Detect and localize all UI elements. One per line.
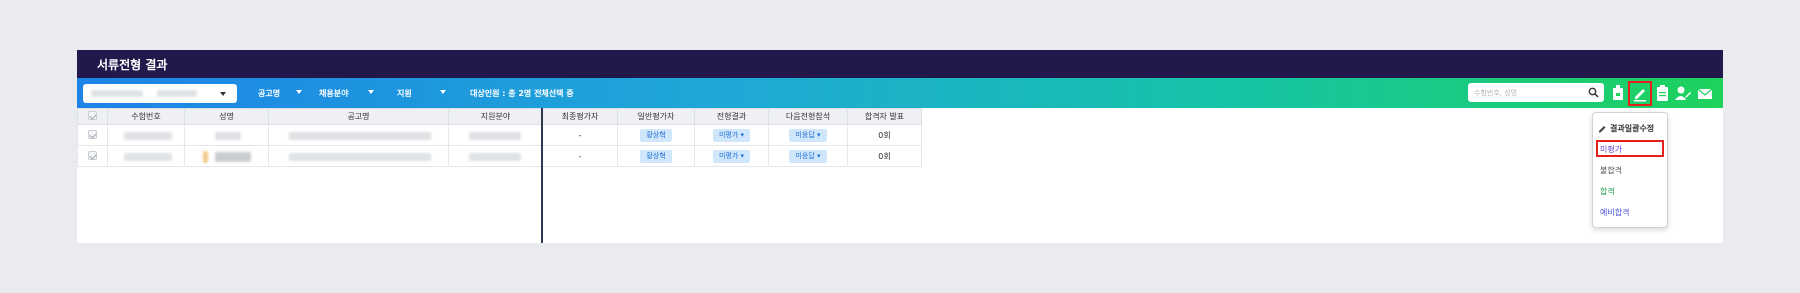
job-posting-cell: [268, 124, 449, 146]
frozen-column-divider[interactable]: [541, 108, 543, 243]
blurred-value: [157, 90, 197, 97]
final-evaluator-cell: -: [542, 124, 618, 146]
page-title: 서류전형 결과: [97, 58, 168, 72]
clipboard-icon[interactable]: [1655, 84, 1671, 102]
blurred-value: [289, 153, 431, 161]
blurred-value: [469, 132, 521, 140]
next-stage-dropdown[interactable]: 미응답 ▾: [789, 128, 827, 142]
general-evaluator-cell: 황상혁: [617, 124, 695, 146]
announcement-cell: 0회: [847, 124, 922, 146]
column-header[interactable]: 공고명: [268, 108, 449, 125]
final-evaluator-cell: -: [542, 145, 618, 167]
row-checkbox[interactable]: [88, 129, 97, 139]
filter-toolbar: 공고명 채용분야 지원 대상인원 : 총 2명 전체선택 중: [77, 78, 1723, 108]
result-dropdown[interactable]: 미평가 ▾: [712, 128, 751, 142]
menu-item-pass[interactable]: 합격: [1600, 186, 1615, 197]
chevron-down-icon: [220, 92, 226, 96]
search-box[interactable]: [1468, 83, 1604, 102]
column-header[interactable]: 성명: [184, 108, 269, 125]
row-checkbox-cell[interactable]: [77, 145, 108, 167]
apply-field-cell: [448, 124, 543, 146]
evaluator-chip[interactable]: 황상혁: [640, 128, 672, 142]
select-all-checkbox[interactable]: [88, 111, 97, 120]
document-icon[interactable]: [1611, 84, 1627, 102]
table-header-row: 수험번호 성명 공고명 지원분야 최종평가자 일반평가자 전형결과 다음전형참석…: [77, 108, 922, 125]
result-cell: 미평가 ▾: [694, 124, 769, 146]
blurred-value: [469, 153, 521, 161]
result-dropdown[interactable]: 미평가 ▾: [712, 149, 751, 163]
filter-job-posting[interactable]: 공고명: [258, 88, 280, 99]
exam-number-cell: [107, 124, 185, 146]
column-header[interactable]: 합격자 발표: [847, 108, 922, 125]
blurred-value: [215, 132, 241, 140]
name-cell: [184, 124, 269, 146]
row-checkbox-cell[interactable]: [77, 124, 108, 146]
blurred-value: [124, 132, 172, 140]
bulk-edit-menu: 결과일괄수정 미평가 불합격 합격 예비합격: [1592, 112, 1668, 228]
blurred-value: [124, 153, 172, 161]
target-count-text: 대상인원 : 총 2명 전체선택 중: [470, 89, 574, 98]
blurred-value: [215, 152, 251, 162]
apply-field-cell: [448, 145, 543, 167]
exam-number-cell: [107, 145, 185, 167]
bulk-edit-header: 결과일괄수정: [1610, 124, 1655, 133]
highlight-pencil-button: [1628, 81, 1652, 106]
next-stage-cell: 미응답 ▾: [768, 145, 848, 167]
search-input[interactable]: [1474, 86, 1582, 99]
blurred-value: [289, 132, 431, 140]
search-icon[interactable]: [1588, 87, 1599, 98]
recruitment-select[interactable]: [83, 84, 237, 103]
column-header[interactable]: 최종평가자: [542, 108, 618, 125]
result-cell: 미평가 ▾: [694, 145, 769, 167]
chevron-down-icon[interactable]: [296, 90, 302, 94]
next-stage-dropdown[interactable]: 미응답 ▾: [789, 149, 827, 163]
name-cell: [184, 145, 269, 167]
menu-item-reserve-pass[interactable]: 예비합격: [1600, 207, 1629, 218]
chevron-down-icon[interactable]: [368, 90, 374, 94]
filter-recruit-field[interactable]: 채용분야: [319, 88, 348, 99]
app-window: 서류전형 결과 공고명 채용분야 지원 대상인원 : 총 2명 전체선택 중 수…: [77, 50, 1723, 243]
title-bar: 서류전형 결과: [77, 50, 1723, 78]
select-all-header[interactable]: [77, 108, 108, 125]
table-row[interactable]: - 황상혁 미평가 ▾ 미응답 ▾ 0회: [77, 124, 922, 146]
general-evaluator-cell: 황상혁: [617, 145, 695, 167]
job-posting-cell: [268, 145, 449, 167]
chevron-down-icon[interactable]: [440, 90, 446, 94]
blurred-marker: [203, 151, 208, 163]
user-edit-icon[interactable]: [1675, 84, 1691, 102]
next-stage-cell: 미응답 ▾: [768, 124, 848, 146]
column-header[interactable]: 수험번호: [107, 108, 185, 125]
blurred-value: [91, 90, 143, 97]
mail-icon[interactable]: [1697, 84, 1713, 102]
column-header[interactable]: 다음전형참석: [768, 108, 848, 125]
pencil-icon: [1599, 126, 1606, 133]
evaluator-chip[interactable]: 황상혁: [640, 149, 672, 163]
row-checkbox[interactable]: [88, 150, 97, 160]
column-header[interactable]: 지원분야: [448, 108, 543, 125]
menu-item-fail[interactable]: 불합격: [1600, 165, 1622, 176]
filter-region[interactable]: 지원: [397, 88, 412, 99]
highlight-unrated-item: [1596, 140, 1664, 157]
column-header[interactable]: 전형결과: [694, 108, 769, 125]
table-row[interactable]: - 황상혁 미평가 ▾ 미응답 ▾ 0회: [77, 145, 922, 167]
column-header[interactable]: 일반평가자: [617, 108, 695, 125]
results-table: 수험번호 성명 공고명 지원분야 최종평가자 일반평가자 전형결과 다음전형참석…: [77, 108, 922, 167]
announcement-cell: 0회: [847, 145, 922, 167]
